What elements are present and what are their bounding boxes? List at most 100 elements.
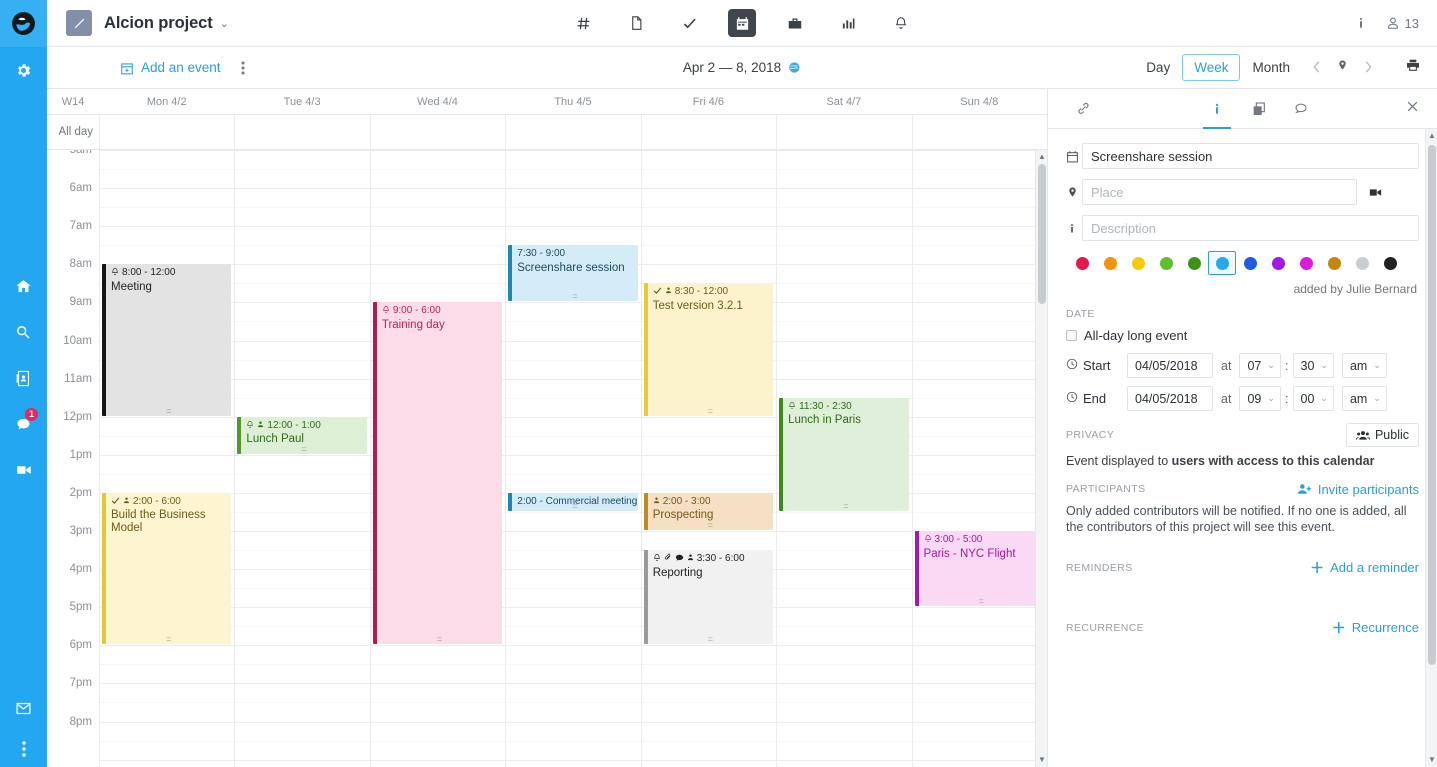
calendar-event[interactable]: 9:00 - 6:00 Training day = [372, 302, 503, 645]
event-title-input[interactable]: Screenshare session [1082, 143, 1419, 169]
panel-scroll-up-arrow[interactable]: ▲ [1426, 129, 1437, 143]
color-swatch-0[interactable] [1068, 251, 1096, 275]
event-resize-handle[interactable]: = [241, 444, 366, 453]
calendar-event[interactable]: 12:00 - 1:00 Lunch Paul = [237, 416, 367, 454]
sidebar-item-settings[interactable] [0, 47, 47, 93]
day-header-6[interactable]: Sun 4/8 [912, 89, 1047, 114]
chevron-down-icon[interactable]: ⌄ [220, 17, 229, 30]
calendar-event[interactable]: 3:30 - 6:00 Reporting = [643, 550, 774, 645]
calendar-event[interactable]: 8:30 - 12:00 Test version 3.2.1 = [643, 283, 774, 416]
day-header-1[interactable]: Tue 4/3 [234, 89, 369, 114]
all-day-event-toggle[interactable]: All-day long event [1066, 328, 1419, 343]
add-recurrence-button[interactable]: ＋ Recurrence [1332, 618, 1419, 638]
all-day-checkbox[interactable] [1066, 330, 1077, 341]
all-day-cell-1[interactable] [234, 114, 370, 149]
calendar-event[interactable]: 8:00 - 12:00 Meeting = [102, 264, 232, 416]
invite-participants-button[interactable]: Invite participants [1297, 482, 1419, 497]
event-resize-handle[interactable]: = [512, 292, 637, 301]
color-swatch-6[interactable] [1236, 251, 1264, 275]
sidebar-item-home[interactable] [0, 263, 47, 309]
sidebar-item-search[interactable] [0, 309, 47, 355]
color-swatch-7[interactable] [1264, 251, 1292, 275]
globe-icon[interactable] [788, 61, 801, 74]
scroll-up-arrow[interactable]: ▲ [1036, 150, 1047, 164]
toolbar-more-button[interactable] [241, 61, 245, 75]
panel-scroll-down-arrow[interactable]: ▼ [1426, 753, 1437, 767]
start-date-input[interactable]: 04/05/2018 [1127, 353, 1213, 378]
event-resize-handle[interactable]: = [919, 597, 1044, 606]
day-column-Tue 4/3[interactable]: 12:00 - 1:00 Lunch Paul = [234, 150, 370, 767]
info-button[interactable] [1354, 16, 1368, 30]
end-meridiem-select[interactable]: am ⌄ [1341, 386, 1387, 411]
end-minute-select[interactable]: 00 ⌄ [1292, 386, 1334, 411]
add-event-button[interactable]: Add an event [120, 60, 221, 75]
event-resize-handle[interactable]: = [648, 520, 773, 529]
color-swatch-10[interactable] [1348, 251, 1376, 275]
color-swatch-2[interactable] [1124, 251, 1152, 275]
calendar-scrollbar[interactable]: ▲ ▼ [1035, 150, 1047, 767]
day-column-Sun 4/8[interactable]: 3:00 - 5:00 Paris - NYC Flight = [911, 150, 1047, 767]
nav-briefcase[interactable] [781, 9, 809, 37]
all-day-cell-0[interactable] [99, 114, 235, 149]
color-swatch-3[interactable] [1152, 251, 1180, 275]
view-week[interactable]: Week [1182, 54, 1241, 81]
event-resize-handle[interactable]: = [512, 501, 637, 510]
app-logo[interactable] [0, 0, 47, 47]
panel-scrollbar-thumb[interactable] [1428, 145, 1436, 665]
next-week-button[interactable] [1354, 60, 1383, 76]
event-resize-handle[interactable]: = [783, 501, 908, 510]
panel-tab-info[interactable] [1200, 89, 1234, 129]
day-column-Sat 4/7[interactable]: 11:30 - 2:30 Lunch in Paris = [776, 150, 912, 767]
panel-close-button[interactable] [1406, 100, 1419, 118]
start-hour-select[interactable]: 07 ⌄ [1239, 353, 1281, 378]
view-month[interactable]: Month [1240, 54, 1302, 81]
day-column-Mon 4/2[interactable]: 8:00 - 12:00 Meeting = 2:00 - 6:00 Build the… [99, 150, 235, 767]
event-resize-handle[interactable]: = [377, 635, 502, 644]
day-header-4[interactable]: Fri 4/6 [641, 89, 776, 114]
sidebar-item-video[interactable] [0, 447, 47, 493]
panel-tab-link[interactable] [1066, 89, 1100, 128]
day-column-Thu 4/5[interactable]: 7:30 - 9:00 Screenshare session = 2:00 - Co… [505, 150, 641, 767]
sidebar-item-contacts[interactable] [0, 355, 47, 401]
video-call-button[interactable] [1367, 185, 1384, 200]
sidebar-item-chat[interactable]: 1 [0, 401, 47, 447]
day-header-0[interactable]: Mon 4/2 [99, 89, 234, 114]
panel-scrollbar[interactable]: ▲ ▼ [1425, 129, 1437, 767]
nav-tasks[interactable] [675, 9, 703, 37]
color-swatch-8[interactable] [1292, 251, 1320, 275]
color-swatch-5[interactable] [1208, 251, 1236, 275]
start-minute-select[interactable]: 30 ⌄ [1292, 353, 1334, 378]
all-day-cell-5[interactable] [776, 114, 912, 149]
nav-reports[interactable] [834, 9, 862, 37]
event-resize-handle[interactable]: = [106, 406, 231, 415]
nav-calendar[interactable] [728, 9, 756, 37]
day-column-Fri 4/6[interactable]: 8:30 - 12:00 Test version 3.2.1 = 2:00 - 3:… [640, 150, 777, 767]
color-swatch-11[interactable] [1376, 251, 1404, 275]
calendar-event[interactable]: 11:30 - 2:30 Lunch in Paris = [779, 397, 909, 511]
members-button[interactable]: 13 [1386, 16, 1419, 31]
all-day-cell-6[interactable] [911, 114, 1047, 149]
calendar-event[interactable]: 2:00 - 6:00 Build the Business Model = [102, 492, 232, 645]
calendar-grid-scroll[interactable]: 5am 6am 7am 8am 9am 10am 11am 12pm 1pm 2pm 3pm 4pm 5… [47, 150, 1047, 767]
color-swatch-9[interactable] [1320, 251, 1348, 275]
event-place-input[interactable]: Place [1082, 179, 1357, 205]
view-day[interactable]: Day [1134, 54, 1182, 81]
nav-documents[interactable] [622, 9, 650, 37]
day-column-Wed 4/4[interactable]: 9:00 - 6:00 Training day = [369, 150, 506, 767]
calendar-event[interactable]: 7:30 - 9:00 Screenshare session = [508, 245, 638, 302]
sidebar-item-mail[interactable] [0, 685, 47, 731]
event-description-input[interactable]: Description [1082, 215, 1419, 241]
color-swatch-1[interactable] [1096, 251, 1124, 275]
calendar-event[interactable]: 3:00 - 5:00 Paris - NYC Flight = [914, 531, 1044, 607]
event-resize-handle[interactable]: = [648, 406, 773, 415]
all-day-cell-4[interactable] [640, 114, 777, 149]
nav-notifications[interactable] [887, 9, 915, 37]
calendar-event[interactable]: 2:00 - Commercial meeting = [508, 492, 638, 511]
project-selector[interactable]: Alcion project ⌄ [47, 10, 229, 36]
sidebar-item-more[interactable] [0, 731, 47, 767]
start-meridiem-select[interactable]: am ⌄ [1341, 353, 1387, 378]
day-header-5[interactable]: Sat 4/7 [776, 89, 911, 114]
panel-tab-duplicate[interactable] [1242, 89, 1276, 128]
scroll-down-arrow[interactable]: ▼ [1036, 753, 1047, 767]
day-header-2[interactable]: Wed 4/4 [370, 89, 505, 114]
